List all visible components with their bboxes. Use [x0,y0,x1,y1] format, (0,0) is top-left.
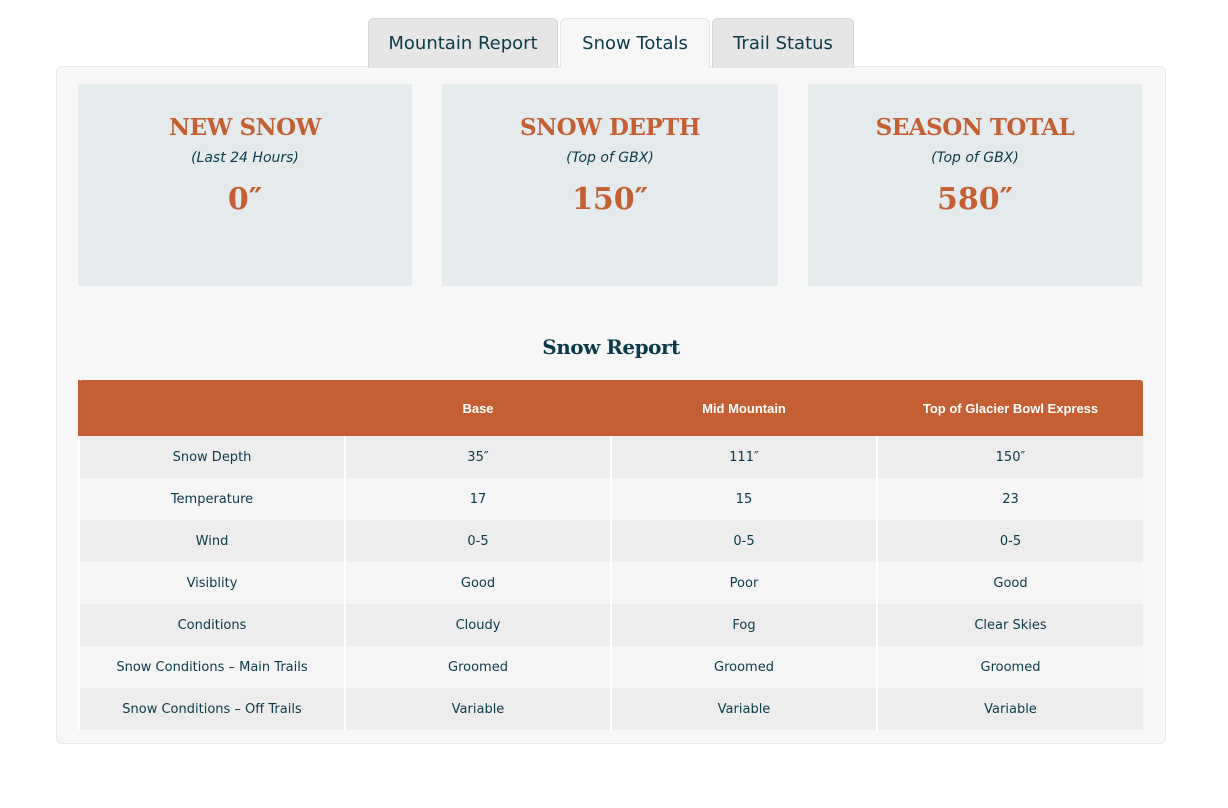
card-subtitle: (Last 24 Hours) [191,150,299,166]
table-cell: Poor [610,562,877,604]
table-cell: 111″ [610,436,877,478]
card-title: SEASON TOTAL [875,114,1075,141]
tab-bar: Mountain Report Snow Totals Trail Status [368,18,854,68]
header-cell-top-gbx: Top of Glacier Bowl Express [876,380,1143,436]
table-cell: 0-5 [344,520,611,562]
snow-totals-panel: NEW SNOW (Last 24 Hours) 0″ SNOW DEPTH (… [56,66,1166,744]
card-value: 0″ [227,182,263,217]
header-cell-mid-mountain: Mid Mountain [610,380,877,436]
tab-snow-totals[interactable]: Snow Totals [560,18,710,68]
table-cell: Groomed [344,646,611,688]
table-cell: Good [876,562,1143,604]
table-header-row: Base Mid Mountain Top of Glacier Bowl Ex… [78,380,1143,436]
tab-trail-status[interactable]: Trail Status [712,18,854,68]
snow-report-table: Base Mid Mountain Top of Glacier Bowl Ex… [78,380,1143,730]
row-label: Snow Depth [78,436,345,478]
row-label: Visiblity [78,562,345,604]
season-total-card: SEASON TOTAL (Top of GBX) 580″ [808,84,1142,286]
table-row: Visiblity Good Poor Good [78,562,1143,604]
row-label: Snow Conditions – Off Trails [78,688,345,730]
table-cell: 23 [876,478,1143,520]
card-title: NEW SNOW [169,114,321,141]
table-row: Snow Depth 35″ 111″ 150″ [78,436,1143,478]
row-label: Snow Conditions – Main Trails [78,646,345,688]
header-cell-base: Base [344,380,611,436]
table-cell: 0-5 [876,520,1143,562]
table-cell: 17 [344,478,611,520]
table-cell: Cloudy [344,604,611,646]
card-subtitle: (Top of GBX) [931,150,1019,166]
table-cell: Groomed [876,646,1143,688]
table-cell: Groomed [610,646,877,688]
table-row: Snow Conditions – Main Trails Groomed Gr… [78,646,1143,688]
row-label: Conditions [78,604,345,646]
card-subtitle: (Top of GBX) [566,150,654,166]
table-row: Conditions Cloudy Fog Clear Skies [78,604,1143,646]
header-cell-label [78,380,345,436]
table-cell: 0-5 [610,520,877,562]
new-snow-card: NEW SNOW (Last 24 Hours) 0″ [78,84,412,286]
table-row: Wind 0-5 0-5 0-5 [78,520,1143,562]
table-cell: 150″ [876,436,1143,478]
card-value: 580″ [936,182,1014,217]
table-cell: Good [344,562,611,604]
table-row: Temperature 17 15 23 [78,478,1143,520]
table-cell: Variable [344,688,611,730]
table-cell: Variable [876,688,1143,730]
table-cell: Clear Skies [876,604,1143,646]
row-label: Wind [78,520,345,562]
card-value: 150″ [571,182,649,217]
row-label: Temperature [78,478,345,520]
card-title: SNOW DEPTH [519,114,701,141]
table-cell: Variable [610,688,877,730]
table-row: Snow Conditions – Off Trails Variable Va… [78,688,1143,730]
table-cell: 35″ [344,436,611,478]
snow-report-title: Snow Report [542,335,680,359]
snow-depth-card: SNOW DEPTH (Top of GBX) 150″ [442,84,778,286]
tab-mountain-report[interactable]: Mountain Report [368,18,558,68]
table-cell: Fog [610,604,877,646]
table-cell: 15 [610,478,877,520]
